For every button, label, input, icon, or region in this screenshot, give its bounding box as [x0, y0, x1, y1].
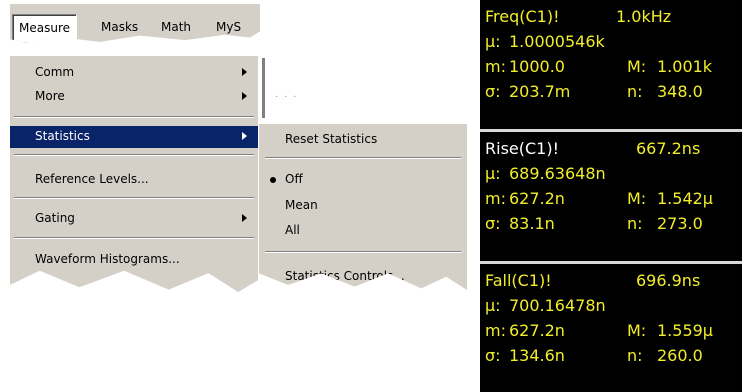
sigma-label: σ:: [485, 82, 501, 101]
menu-item-waveform-histograms[interactable]: Waveform Histograms...: [10, 249, 258, 271]
count-value: 260.0: [657, 346, 703, 365]
menu-item-more[interactable]: More: [10, 86, 258, 108]
menu-item-label: Gating: [35, 211, 75, 225]
count-value: 273.0: [657, 214, 703, 233]
menu-separator: [265, 251, 461, 253]
menu-separator: [14, 116, 254, 118]
menu-separator: [265, 157, 461, 159]
min-value: 627.2n: [509, 321, 565, 340]
menu-item-label: Off: [285, 172, 303, 186]
mean-value: 700.16478n: [509, 296, 606, 315]
readout-title: Fall(C1)!: [485, 271, 552, 290]
mean-label: μ:: [485, 164, 501, 183]
count-label: n:: [627, 346, 643, 365]
min-label: m:: [485, 189, 506, 208]
menu-measure[interactable]: Measure: [12, 14, 77, 42]
statistics-controls-item[interactable]: Statistics Controls...: [259, 267, 467, 287]
chevron-right-icon: [242, 68, 247, 76]
menu-masks[interactable]: Masks: [101, 14, 138, 40]
menu-item-gating[interactable]: Gating: [10, 208, 258, 230]
min-value: 1000.0: [509, 57, 565, 76]
min-label: m:: [485, 57, 506, 76]
readout-title: Freq(C1)!: [485, 7, 560, 26]
readout-divider: [480, 261, 742, 264]
max-value: 1.001k: [657, 57, 713, 76]
menu-item-label: Comm: [35, 65, 75, 79]
max-label: M:: [627, 321, 647, 340]
mean-label: μ:: [485, 32, 501, 51]
mean-value: 1.0000546k: [509, 32, 605, 51]
count-label: n:: [627, 82, 643, 101]
count-label: n:: [627, 214, 643, 233]
menu-separator: [14, 197, 254, 199]
count-value: 348.0: [657, 82, 703, 101]
max-value: 1.559μ: [657, 321, 713, 340]
menu-mys[interactable]: MyS: [216, 14, 241, 40]
menu-item-comm[interactable]: Comm: [10, 62, 258, 84]
max-label: M:: [627, 189, 647, 208]
menu-item-label: Statistics Controls...: [285, 269, 405, 283]
sigma-value: 83.1n: [509, 214, 555, 233]
sigma-value: 203.7m: [509, 82, 571, 101]
max-label: M:: [627, 57, 647, 76]
radio-bullet-icon: [270, 177, 276, 183]
menu-item-label: All: [285, 223, 300, 237]
min-label: m:: [485, 321, 506, 340]
readout-divider: [480, 129, 742, 132]
measure-dropdown: Comm More Statistics Reference Levels...…: [10, 56, 258, 292]
menu-separator: [14, 154, 254, 156]
menu-bar: Measure Masks Math MyS: [10, 4, 260, 43]
menu-item-statistics[interactable]: Statistics: [10, 126, 258, 148]
menu-item-label: Mean: [285, 198, 318, 212]
menu-item-label: Reset Statistics: [285, 132, 378, 146]
sigma-label: σ:: [485, 346, 501, 365]
readout-value: 1.0kHz: [616, 7, 672, 26]
menu-item-label: Statistics: [35, 129, 90, 143]
chevron-right-icon: [242, 132, 247, 140]
mean-value: 689.63648n: [509, 164, 606, 183]
mean-label: μ:: [485, 296, 501, 315]
menu-item-reference-levels[interactable]: Reference Levels...: [10, 169, 258, 191]
chevron-right-icon: [242, 92, 247, 100]
chevron-right-icon: [242, 214, 247, 222]
statistics-submenu: Reset Statistics Off Mean All Statistics…: [259, 124, 467, 290]
readout-title: Rise(C1)!: [485, 139, 559, 158]
min-value: 627.2n: [509, 189, 565, 208]
menu-math[interactable]: Math: [161, 14, 191, 40]
sigma-value: 134.6n: [509, 346, 565, 365]
statistics-option-all[interactable]: All: [259, 221, 467, 241]
reset-statistics-item[interactable]: Reset Statistics: [259, 130, 467, 150]
menu-item-label: Waveform Histograms...: [35, 252, 180, 266]
menu-item-label: Reference Levels...: [35, 172, 149, 186]
ellipsis-dots: ···: [275, 92, 303, 103]
readout-value: 667.2ns: [636, 139, 701, 158]
statistics-readout-panel: Freq(C1)! 1.0kHz μ: 1.0000546k m: 1000.0…: [480, 0, 742, 392]
statistics-option-mean[interactable]: Mean: [259, 196, 467, 216]
max-value: 1.542μ: [657, 189, 713, 208]
sigma-label: σ:: [485, 214, 501, 233]
menu-item-label: More: [35, 89, 65, 103]
menu-divider-line: [262, 58, 265, 118]
readout-value: 696.9ns: [636, 271, 701, 290]
statistics-option-off[interactable]: Off: [259, 170, 467, 190]
menu-separator: [14, 237, 254, 239]
